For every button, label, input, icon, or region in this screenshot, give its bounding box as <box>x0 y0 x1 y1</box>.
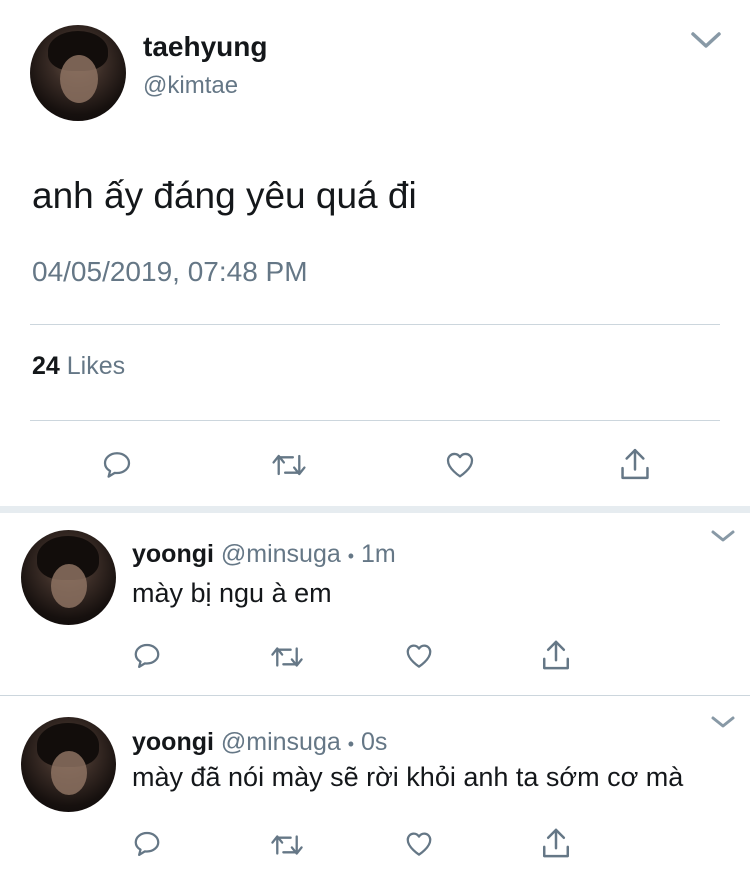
divider <box>30 324 720 325</box>
reply-text: mày bị ngu à em <box>132 578 332 608</box>
share-icon[interactable] <box>540 638 572 672</box>
reply-handle[interactable]: @minsuga <box>221 728 341 756</box>
reply-text: mày đã nói mày sẽ rời khỏi anh ta sớm cơ… <box>132 762 684 792</box>
reply-icon[interactable] <box>132 641 162 671</box>
main-tweet-avatar[interactable] <box>30 25 126 121</box>
divider <box>0 695 750 696</box>
chevron-down-icon[interactable] <box>710 528 736 544</box>
reply-display-name[interactable]: yoongi <box>132 728 214 756</box>
likes-label: Likes <box>66 352 126 380</box>
divider <box>30 420 720 421</box>
retweet-icon[interactable] <box>270 830 304 860</box>
retweet-icon[interactable] <box>270 642 304 672</box>
reply-handle[interactable]: @minsuga <box>221 540 341 568</box>
reply-icon[interactable] <box>101 449 133 481</box>
reply-time: 1m <box>360 540 396 568</box>
reply-avatar[interactable] <box>21 530 116 625</box>
reply-dot: • <box>347 546 355 566</box>
heart-icon[interactable] <box>403 641 435 671</box>
main-tweet-text: anh ấy đáng yêu quá đi <box>32 175 417 216</box>
share-icon[interactable] <box>618 446 652 482</box>
reply-header: yoongi @minsuga • 0s <box>132 728 387 757</box>
retweet-icon[interactable] <box>271 449 307 481</box>
heart-icon[interactable] <box>443 449 477 481</box>
reply-header: yoongi @minsuga • 1m <box>132 540 396 569</box>
main-tweet-handle[interactable]: @kimtae <box>143 72 238 100</box>
reply-avatar[interactable] <box>21 717 116 812</box>
likes-count: 24 <box>32 352 60 380</box>
reply-display-name[interactable]: yoongi <box>132 540 214 568</box>
reply-dot: • <box>347 734 355 754</box>
main-tweet-timestamp: 04/05/2019, 07:48 PM <box>32 256 308 287</box>
chevron-down-icon[interactable] <box>710 714 736 730</box>
likes-stat[interactable]: 24 Likes <box>32 352 125 381</box>
section-separator <box>0 506 750 513</box>
reply-icon[interactable] <box>132 829 162 859</box>
reply-time: 0s <box>360 728 388 756</box>
heart-icon[interactable] <box>403 829 435 859</box>
main-tweet-display-name[interactable]: taehyung <box>143 31 267 63</box>
chevron-down-icon[interactable] <box>690 30 722 50</box>
share-icon[interactable] <box>540 826 572 860</box>
